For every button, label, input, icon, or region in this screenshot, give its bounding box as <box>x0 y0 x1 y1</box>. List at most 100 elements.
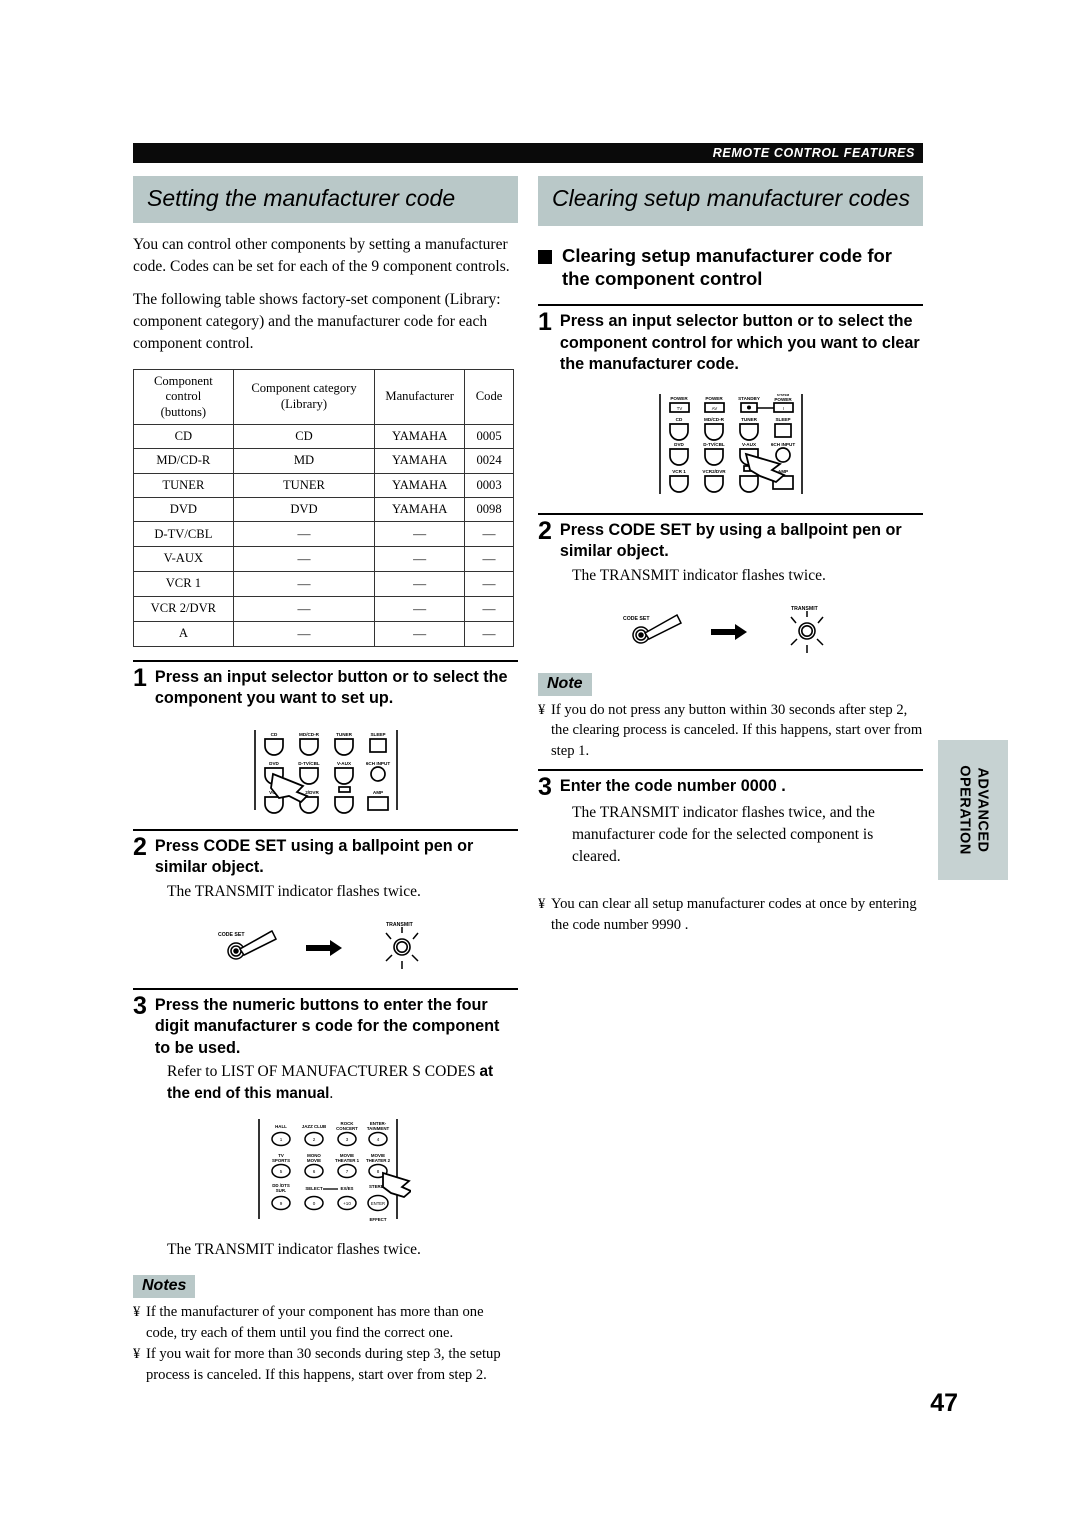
svg-text:CD: CD <box>675 417 682 422</box>
td-control: CD <box>133 423 234 450</box>
svg-text:TV: TV <box>676 406 682 411</box>
table-row: CD CD YAMAHA 0005 <box>133 423 514 450</box>
svg-text:VCR 1: VCR 1 <box>672 469 686 474</box>
svg-text:5: 5 <box>279 1169 282 1174</box>
manual-page: REMOTE CONTROL FEATURES Setting the manu… <box>0 0 1080 1528</box>
right-step-3: 3 Enter the code number 0000 . The TRANS… <box>538 769 923 868</box>
svg-text:POWER: POWER <box>670 396 688 401</box>
td-code: 0005 <box>464 423 514 450</box>
step-number: 1 <box>538 308 552 337</box>
svg-text:7: 7 <box>345 1169 348 1174</box>
td-manufacturer: — <box>374 546 466 573</box>
selector-pad-diagram-left: CD MD/CD-R TUNER SLEEP DVD D-TV/CBL V-AUX 6C… <box>133 724 518 816</box>
td-code: 0098 <box>464 496 514 523</box>
arrow-icon <box>710 623 747 640</box>
th-line: Component <box>153 373 213 388</box>
td-code: — <box>464 571 514 597</box>
svg-text:ENTER: ENTER <box>370 1201 384 1206</box>
square-bullet-icon <box>538 249 552 264</box>
svg-text:SELECT: SELECT <box>305 1186 323 1191</box>
running-head-label: REMOTE CONTROL FEATURES <box>712 146 915 160</box>
th-line: Component category <box>251 381 357 396</box>
transmit-label: TRANSMIT <box>791 606 819 612</box>
note-bullet-icon: ¥ <box>538 896 546 913</box>
step-subtext-refer: Refer to LIST OF MANUFACTURER S CODES at… <box>167 1061 518 1105</box>
svg-text:STANDBY: STANDBY <box>738 396 760 401</box>
td-code: 0003 <box>464 472 514 498</box>
td-code: — <box>464 620 514 647</box>
left-step-3: 3 Press the numeric buttons to enter the… <box>133 987 518 1228</box>
table-row: MD/CD-R MD YAMAHA 0024 <box>133 448 514 474</box>
svg-text:1: 1 <box>279 1137 282 1142</box>
td-category: TUNER <box>232 472 376 498</box>
svg-text:HALL: HALL <box>275 1124 287 1129</box>
td-category: — <box>232 571 376 597</box>
td-control: MD/CD-R <box>133 448 234 474</box>
svg-text:VCR2/DVR: VCR2/DVR <box>702 469 726 474</box>
table-row: V-AUX — — — <box>133 546 514 573</box>
th-line: control <box>165 389 202 404</box>
svg-text:TUNER: TUNER <box>336 732 353 737</box>
svg-text:SLEEP: SLEEP <box>370 732 385 737</box>
td-manufacturer: YAMAHA <box>374 496 466 523</box>
numeric-pad-diagram: HALL JAZZ CLUB ROCK CONCERT ENTER- TAINMEN… <box>133 1115 518 1227</box>
td-manufacturer: — <box>374 571 466 597</box>
pointing-hand-icon <box>381 1172 411 1199</box>
td-manufacturer: — <box>374 620 466 647</box>
left-step-2: 2 Press CODE SET using a ballpoint pen o… <box>133 828 518 975</box>
svg-text:MD/CD-R: MD/CD-R <box>704 417 725 422</box>
svg-text:POWER: POWER <box>705 396 723 401</box>
left-intro-paragraph-2: The following table shows factory-set co… <box>133 290 501 352</box>
td-manufacturer: YAMAHA <box>374 448 466 474</box>
running-head-bar: REMOTE CONTROL FEATURES <box>133 143 923 163</box>
svg-text:6CH INPUT: 6CH INPUT <box>365 761 389 766</box>
td-category: MD <box>232 448 376 474</box>
td-category: — <box>232 595 376 622</box>
svg-text:8: 8 <box>376 1169 379 1174</box>
side-tab-label: ADVANCED OPERATION <box>955 765 991 855</box>
svg-text:D-TV/CBL: D-TV/CBL <box>703 442 725 447</box>
svg-text:MOVIE: MOVIE <box>306 1158 320 1163</box>
table-row: DVD DVD YAMAHA 0098 <box>133 496 514 523</box>
right-step-2: 2 Press CODE SET by using a ballpoint pe… <box>538 512 923 659</box>
td-code: — <box>464 546 514 573</box>
transmit-label: TRANSMIT <box>386 922 414 928</box>
svg-text:TUNER: TUNER <box>741 417 758 422</box>
td-control: DVD <box>133 496 234 523</box>
arrow-icon <box>305 939 342 956</box>
svg-text:4: 4 <box>376 1137 379 1142</box>
td-control: A <box>133 620 234 647</box>
code-set-label: CODE SET <box>623 616 650 622</box>
flash-rays <box>384 926 419 969</box>
side-tab-advanced-operation: ADVANCED OPERATION <box>938 740 1008 880</box>
svg-text:2/DVR: 2/DVR <box>305 790 319 795</box>
left-step-1: 1 Press an input selector button or to s… <box>133 659 518 816</box>
flash-rays <box>789 610 824 653</box>
svg-text:6CH INPUT: 6CH INPUT <box>770 442 794 447</box>
note-item: ¥ You can clear all setup manufacturer co… <box>538 896 917 933</box>
step-number: 2 <box>538 516 552 545</box>
td-control: TUNER <box>133 472 234 498</box>
step-subtext: The TRANSMIT indicator flashes twice, an… <box>572 804 875 866</box>
right-trailing-notes: ¥ You can clear all setup manufacturer co… <box>538 894 923 935</box>
right-step-1: 1 Press an input selector button or to s… <box>538 304 923 500</box>
td-control: V-AUX <box>133 546 234 573</box>
code-set-transmit-diagram-right: CODE SET TRANSMIT <box>538 593 923 659</box>
td-code: 0024 <box>464 448 514 474</box>
left-intro-paragraph-1: You can control other components by sett… <box>133 235 510 275</box>
td-category: — <box>232 620 376 647</box>
remote-power-selector-svg: POWER POWER STANDBY SYSTEMPOWER CD MD/CD-R… <box>658 393 803 494</box>
th-line: (Library) <box>280 396 328 411</box>
svg-text:6: 6 <box>312 1169 315 1174</box>
td-code: — <box>464 521 514 548</box>
step-number: 2 <box>133 832 147 861</box>
standby-dot-icon <box>746 405 751 410</box>
svg-text:CONCERT: CONCERT <box>336 1126 358 1131</box>
svg-text:V-AUX: V-AUX <box>741 442 756 447</box>
svg-text:I: I <box>782 406 783 411</box>
code-set-label: CODE SET <box>218 932 245 938</box>
note-item: ¥ If you do not press any button within 3… <box>538 701 923 759</box>
code-set-transmit-svg: CODE SET TRANSMIT <box>623 606 824 653</box>
note-bullet-icon: ¥ <box>133 1304 141 1321</box>
td-control: D-TV/CBL <box>133 521 234 548</box>
